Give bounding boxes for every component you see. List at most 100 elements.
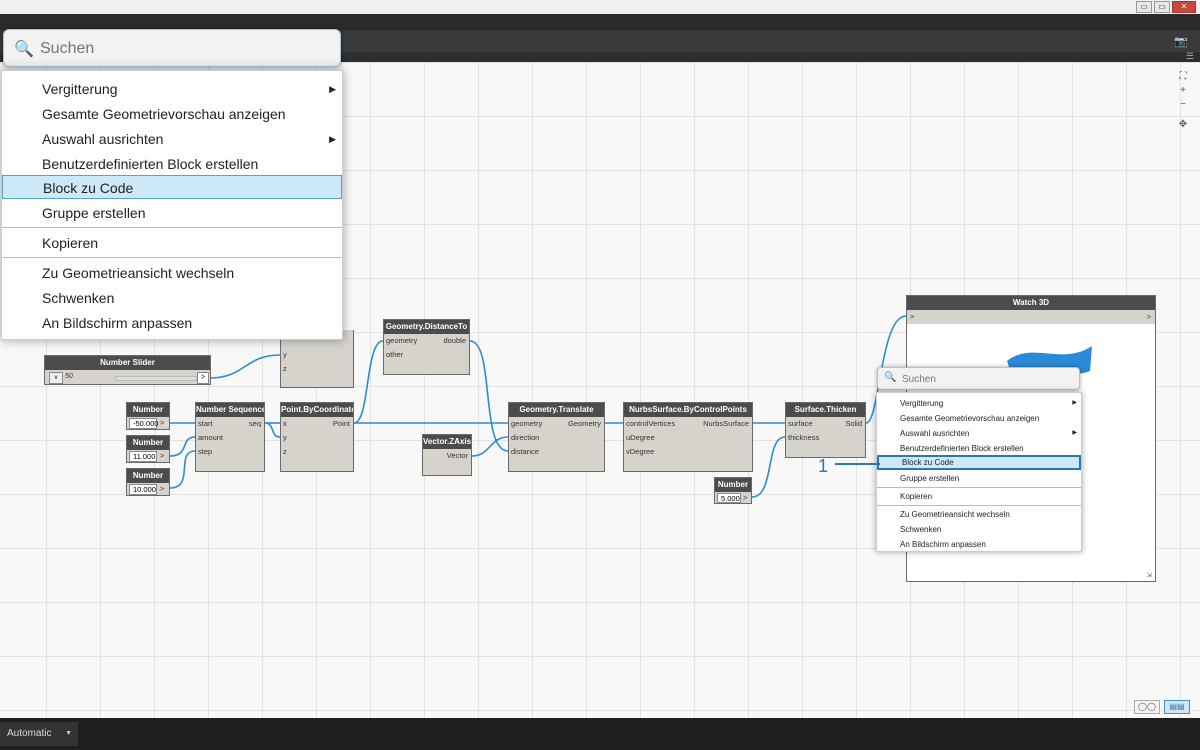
output-port-vector[interactable]: Vector bbox=[447, 450, 468, 462]
menu-item-label: Kopieren bbox=[900, 492, 933, 501]
number-value[interactable]: 11.000 bbox=[129, 451, 157, 462]
menu-item-block-zu-code[interactable]: Block zu Code bbox=[2, 175, 342, 199]
menu-item-auswahl-ausrichten[interactable]: Auswahl ausrichten ▶ bbox=[877, 426, 1081, 441]
output-port-solid[interactable]: Solid bbox=[845, 418, 862, 430]
background-preview-icon[interactable]: ▤▤ bbox=[1164, 700, 1190, 714]
node-title: Surface.Thicken bbox=[786, 403, 865, 417]
node-title: Watch 3D bbox=[907, 296, 1155, 310]
menu-item-label: Zu Geometrieansicht wechseln bbox=[900, 510, 1010, 519]
search-input[interactable] bbox=[38, 36, 332, 62]
menu-item-vergitterung[interactable]: Vergitterung ▶ bbox=[877, 396, 1081, 411]
input-port-geometry[interactable]: geometry bbox=[511, 418, 542, 430]
watch3d-out-port[interactable]: > bbox=[1147, 311, 1151, 323]
menu-item-label: Auswahl ausrichten bbox=[900, 429, 970, 438]
menu-item-label: Kopieren bbox=[42, 235, 99, 251]
wire bbox=[469, 340, 509, 452]
resize-grip-icon[interactable]: ⇲ bbox=[1146, 571, 1152, 579]
input-port-controlvertices[interactable]: controlVertices bbox=[626, 418, 675, 430]
output-port-double[interactable]: double bbox=[443, 335, 466, 347]
menu-item-block-erstellen[interactable]: Benutzerdefinierten Block erstellen bbox=[877, 441, 1081, 456]
vector-zaxis-node[interactable]: Vector.ZAxis Vector bbox=[422, 434, 472, 476]
output-port-point[interactable]: Point bbox=[333, 418, 350, 430]
input-port-y[interactable]: y bbox=[283, 349, 287, 361]
input-port-udegree[interactable]: uDegree bbox=[626, 432, 655, 444]
wire bbox=[353, 340, 384, 424]
menu-item-geometrievorschau[interactable]: Gesamte Geometrievorschau anzeigen bbox=[877, 411, 1081, 426]
graph-view-icon[interactable]: ◯◯ bbox=[1134, 700, 1160, 714]
run-mode-dropdown[interactable]: Automatic ▼ bbox=[0, 722, 78, 746]
zoom-in-icon[interactable]: + bbox=[1176, 84, 1190, 98]
input-port-x[interactable]: x bbox=[283, 418, 287, 430]
output-port-geometry[interactable]: Geometry bbox=[568, 418, 601, 430]
input-port-thickness[interactable]: thickness bbox=[788, 432, 819, 444]
menu-item-label: Gruppe erstellen bbox=[900, 474, 960, 483]
number-out-port[interactable]: > bbox=[743, 492, 747, 504]
input-port-y[interactable]: y bbox=[283, 432, 287, 444]
zoom-out-icon[interactable]: − bbox=[1176, 98, 1190, 112]
menu-item-kopieren[interactable]: Kopieren bbox=[2, 231, 342, 255]
watch3d-in-port[interactable]: > bbox=[910, 311, 914, 323]
menu-item-geometrieansicht[interactable]: Zu Geometrieansicht wechseln bbox=[2, 261, 342, 285]
input-port-z[interactable]: z bbox=[283, 363, 287, 375]
number-sequence-node[interactable]: Number Sequence start amount step seq bbox=[195, 402, 265, 472]
number-value[interactable]: -50.000 bbox=[129, 418, 158, 429]
output-port-seq[interactable]: seq bbox=[249, 418, 261, 430]
input-port-geometry[interactable]: geometry bbox=[386, 335, 417, 347]
menu-item-vergitterung[interactable]: Vergitterung ▶ bbox=[2, 77, 342, 101]
search-box-small[interactable]: 🔍 bbox=[877, 367, 1080, 390]
output-port-nurbssurface[interactable]: NurbsSurface bbox=[703, 418, 749, 430]
translate-node[interactable]: Geometry.Translate geometry direction di… bbox=[508, 402, 605, 472]
menu-item-geometrievorschau[interactable]: Gesamte Geometrievorschau anzeigen bbox=[2, 102, 342, 126]
menu-item-auswahl-ausrichten[interactable]: Auswahl ausrichten ▶ bbox=[2, 127, 342, 151]
menu-item-block-zu-code[interactable]: Block zu Code bbox=[877, 455, 1081, 470]
menu-item-schwenken[interactable]: Schwenken bbox=[877, 522, 1081, 537]
wire bbox=[751, 436, 786, 498]
number-out-port[interactable]: > bbox=[160, 417, 164, 429]
number-value[interactable]: 10.000 bbox=[129, 484, 157, 495]
search-input-small[interactable] bbox=[900, 371, 1074, 388]
number-out-port[interactable]: > bbox=[160, 483, 164, 495]
distance-to-node[interactable]: Geometry.DistanceTo geometry other doubl… bbox=[383, 319, 470, 375]
input-port-surface[interactable]: surface bbox=[788, 418, 813, 430]
wire bbox=[169, 450, 196, 489]
menu-item-schwenken[interactable]: Schwenken bbox=[2, 286, 342, 310]
surface-thicken-node[interactable]: Surface.Thicken surface thickness Solid bbox=[785, 402, 866, 458]
number-node[interactable]: Number 11.000 > bbox=[126, 435, 170, 463]
search-box[interactable]: 🔍 bbox=[3, 29, 341, 67]
menu-item-gruppe-erstellen[interactable]: Gruppe erstellen bbox=[2, 201, 342, 225]
menu-item-bildschirm-anpassen[interactable]: An Bildschirm anpassen bbox=[2, 311, 342, 335]
number-out-port[interactable]: > bbox=[160, 450, 164, 462]
input-port-vdegree[interactable]: vDegree bbox=[626, 446, 654, 458]
pan-icon[interactable]: ✥ bbox=[1176, 118, 1190, 132]
chevron-down-icon: ▼ bbox=[65, 730, 72, 737]
input-port-distance[interactable]: distance bbox=[511, 446, 539, 458]
menu-item-geometrieansicht[interactable]: Zu Geometrieansicht wechseln bbox=[877, 507, 1081, 522]
input-port-direction[interactable]: direction bbox=[511, 432, 539, 444]
number-slider-node[interactable]: Number Slider v 50 > bbox=[44, 355, 211, 385]
zoom-fit-icon[interactable]: ⛶ bbox=[1176, 70, 1190, 84]
input-port-other[interactable]: other bbox=[386, 349, 403, 361]
menu-item-bildschirm-anpassen[interactable]: An Bildschirm anpassen bbox=[877, 537, 1081, 552]
number-node[interactable]: Number -50.000 > bbox=[126, 402, 170, 430]
menu-item-label: Gruppe erstellen bbox=[42, 205, 146, 221]
slider-out-port[interactable]: > bbox=[197, 372, 209, 384]
input-port-z[interactable]: z bbox=[283, 446, 287, 458]
menu-item-label: Benutzerdefinierten Block erstellen bbox=[42, 156, 259, 172]
point-by-coordinates-node[interactable]: Point.ByCoordinates x y z Point bbox=[280, 402, 354, 472]
number-value[interactable]: 5.000 bbox=[717, 493, 741, 503]
node-title: Vector.ZAxis bbox=[423, 435, 471, 449]
search-icon: 🔍 bbox=[884, 372, 897, 383]
input-port-step[interactable]: step bbox=[198, 446, 212, 458]
menu-item-block-erstellen[interactable]: Benutzerdefinierten Block erstellen bbox=[2, 152, 342, 176]
menu-item-gruppe-erstellen[interactable]: Gruppe erstellen bbox=[877, 471, 1081, 486]
slider-expand-button[interactable]: v bbox=[49, 372, 63, 384]
input-port-start[interactable]: start bbox=[198, 418, 213, 430]
number-node[interactable]: Number 5.000 > bbox=[714, 477, 752, 504]
input-port-amount[interactable]: amount bbox=[198, 432, 223, 444]
menu-item-kopieren[interactable]: Kopieren bbox=[877, 489, 1081, 504]
nurbs-surface-node[interactable]: NurbsSurface.ByControlPoints controlVert… bbox=[623, 402, 753, 472]
menu-item-label: Benutzerdefinierten Block erstellen bbox=[900, 444, 1024, 453]
menu-separator bbox=[877, 505, 1081, 506]
slider-track[interactable] bbox=[115, 376, 197, 381]
number-node[interactable]: Number 10.000 > bbox=[126, 468, 170, 496]
